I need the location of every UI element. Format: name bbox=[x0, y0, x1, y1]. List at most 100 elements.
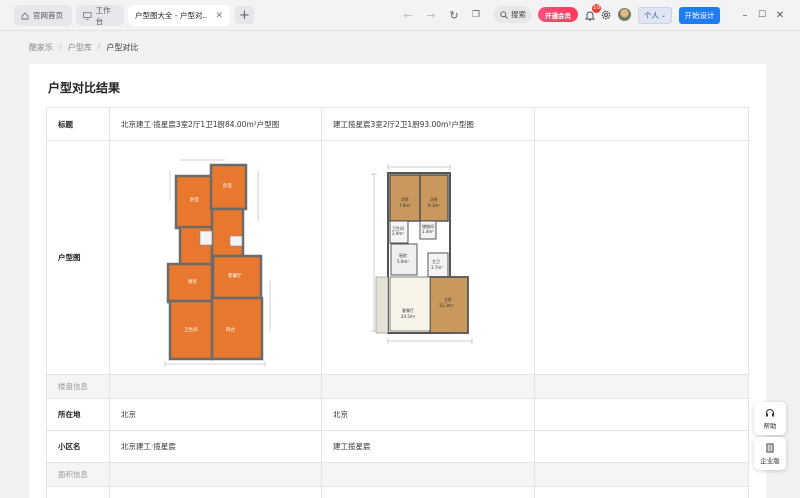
empty-cell bbox=[46, 486, 110, 498]
title-bar: 官网首页 工作台 户型图大全 - 户型对... ✕ + ← → ↻ ❐ 搜索 开… bbox=[0, 0, 800, 31]
plan2-room-label: 次卧 bbox=[430, 196, 438, 202]
table-row-location: 所在地 北京 北京 bbox=[46, 398, 749, 431]
plan2-room-label: 主卫 bbox=[432, 258, 440, 264]
gear-icon bbox=[601, 10, 611, 20]
plan2-community: 建工揽星宸 bbox=[321, 430, 535, 463]
tab-label: 工作台 bbox=[95, 5, 111, 26]
enterprise-label: 企业版 bbox=[760, 456, 780, 465]
breadcrumb: 酷家乐 / 户型库 / 户型对比 bbox=[29, 42, 138, 53]
vip-button[interactable]: 开通会员 bbox=[538, 7, 578, 22]
home-icon bbox=[21, 11, 29, 19]
empty-cell bbox=[534, 107, 749, 141]
table-row-section-building: 楼盘信息 bbox=[46, 374, 749, 399]
personal-dropdown[interactable]: 个人 ⌄ bbox=[638, 7, 672, 24]
table-row-partial bbox=[46, 486, 749, 498]
plan2-room-area: 9.1m² bbox=[428, 203, 440, 208]
empty-cell bbox=[534, 462, 749, 487]
plan2-room-label: 厨房 bbox=[399, 252, 407, 258]
plan2-title-text: 建工揽星宸3室2厅2卫1厨93.00m²户型图 bbox=[333, 119, 474, 129]
tab-workbench[interactable]: 工作台 bbox=[76, 5, 124, 26]
tab-label: 官网首页 bbox=[33, 11, 63, 20]
plan1-community: 北京建工·揽星宸 bbox=[109, 430, 322, 463]
close-window-icon[interactable]: ✕ bbox=[773, 7, 787, 23]
table-row-plan: 户型图 卧室 卧室 厨房 客餐厅 卫生间 阳台 次卧 7.8m² 次卧 9.1m… bbox=[46, 140, 749, 375]
plan2-location: 北京 bbox=[321, 398, 535, 431]
maximize-icon[interactable]: ☐ bbox=[755, 7, 769, 23]
chevron-down-icon: ⌄ bbox=[660, 12, 667, 19]
start-design-button[interactable]: 开始设计 bbox=[679, 7, 720, 24]
breadcrumb-item-library[interactable]: 户型库 bbox=[68, 42, 92, 53]
breadcrumb-item-current: 户型对比 bbox=[106, 43, 139, 52]
plan1-room-label: 卧室 bbox=[190, 196, 199, 203]
floorplan-1-image: 卧室 卧室 厨房 客餐厅 卫生间 阳台 bbox=[164, 159, 271, 367]
headset-icon bbox=[766, 408, 774, 416]
plan2-room-area: 12.3m² bbox=[439, 303, 454, 308]
plan2-room-area: 2.9m² bbox=[392, 231, 404, 236]
table-row-section-area: 面积信息 bbox=[46, 462, 749, 487]
plan2-room-label: 次卧 bbox=[401, 196, 409, 202]
page-title: 户型对比结果 bbox=[48, 81, 121, 95]
plan2-room-area: 7.8m² bbox=[399, 203, 411, 208]
help-label: 帮助 bbox=[763, 421, 777, 430]
plan2-room-area: 24.5m² bbox=[401, 314, 416, 319]
empty-cell bbox=[109, 486, 322, 498]
help-button[interactable]: 帮助 bbox=[754, 402, 786, 435]
section-label-building: 楼盘信息 bbox=[46, 374, 110, 399]
screenshot-icon[interactable]: ❐ bbox=[469, 6, 483, 24]
personal-label: 个人 bbox=[643, 11, 659, 20]
tab-official-home[interactable]: 官网首页 bbox=[14, 5, 72, 26]
empty-cell bbox=[534, 374, 749, 399]
row-label-location: 所在地 bbox=[46, 398, 110, 431]
plan2-image-cell[interactable]: 次卧 7.8m² 次卧 9.1m² 卫生间 2.9m² 储物间 1.4m² 厨房… bbox=[321, 140, 535, 375]
plan2-room-area: 3.7m² bbox=[431, 265, 443, 270]
refresh-icon[interactable]: ↻ bbox=[447, 6, 461, 24]
search-label: 搜索 bbox=[511, 10, 526, 19]
back-icon[interactable]: ← bbox=[401, 6, 415, 24]
table-row-community: 小区名 北京建工·揽星宸 建工揽星宸 bbox=[46, 430, 749, 463]
plan1-room-label: 卫生间 bbox=[184, 326, 198, 333]
forward-icon[interactable]: → bbox=[424, 6, 438, 24]
settings-button[interactable] bbox=[599, 6, 613, 24]
compare-table: 标题 北京建工·揽星宸3室2厅1卫1厨84.00m²户型图 建工揽星宸3室2厅2… bbox=[46, 107, 749, 498]
row-label-title: 标题 bbox=[46, 107, 110, 141]
minimize-icon[interactable]: – bbox=[738, 7, 752, 23]
new-tab-button[interactable]: + bbox=[235, 6, 254, 24]
monitor-icon bbox=[83, 11, 92, 20]
empty-cell bbox=[534, 430, 749, 463]
empty-cell bbox=[321, 486, 535, 498]
avatar[interactable] bbox=[618, 8, 631, 21]
plan2-room-area: 1.4m² bbox=[422, 229, 434, 234]
plan2-room-area: 5.0m² bbox=[397, 259, 409, 264]
empty-cell bbox=[534, 398, 749, 431]
vip-label: 开通会员 bbox=[545, 11, 571, 20]
plan2-room-label: 主卧 bbox=[444, 296, 452, 302]
empty-cell bbox=[321, 374, 535, 399]
empty-cell bbox=[321, 462, 535, 487]
breadcrumb-item-home[interactable]: 酷家乐 bbox=[29, 42, 53, 53]
row-label-community: 小区名 bbox=[46, 430, 110, 463]
row-label-plan: 户型图 bbox=[46, 140, 110, 375]
plan1-room-label: 卧室 bbox=[223, 182, 232, 189]
section-label-area: 面积信息 bbox=[46, 462, 110, 487]
plan1-room-label: 客餐厅 bbox=[228, 272, 242, 279]
empty-cell bbox=[109, 462, 322, 487]
plan2-title[interactable]: 建工揽星宸3室2厅2卫1厨93.00m²户型图 bbox=[321, 107, 535, 141]
plan1-room-label: 厨房 bbox=[188, 278, 197, 285]
enterprise-button[interactable]: 企业版 bbox=[754, 437, 786, 470]
floorplan-2-image: 次卧 7.8m² 次卧 9.1m² 卫生间 2.9m² 储物间 1.4m² 厨房… bbox=[371, 164, 473, 344]
empty-cell bbox=[534, 140, 749, 375]
table-row-title: 标题 北京建工·揽星宸3室2厅1卫1厨84.00m²户型图 建工揽星宸3室2厅2… bbox=[46, 107, 749, 141]
tab-floorplan-compare[interactable]: 户型图大全 - 户型对... ✕ bbox=[128, 5, 230, 26]
plan1-room-label: 阳台 bbox=[226, 326, 235, 333]
plan1-location: 北京 bbox=[109, 398, 322, 431]
search-button[interactable]: 搜索 bbox=[494, 6, 532, 23]
search-icon bbox=[500, 10, 508, 19]
plan1-title-text: 北京建工·揽星宸3室2厅1卫1厨84.00m²户型图 bbox=[121, 119, 280, 129]
plan1-image-cell[interactable]: 卧室 卧室 厨房 客餐厅 卫生间 阳台 bbox=[109, 140, 322, 375]
close-tab-icon[interactable]: ✕ bbox=[215, 11, 223, 21]
compare-card: 户型对比结果 标题 北京建工·揽星宸3室2厅1卫1厨84.00m²户型图 建工揽… bbox=[29, 64, 766, 498]
plan2-room-label: 客餐厅 bbox=[402, 307, 414, 313]
plan1-title[interactable]: 北京建工·揽星宸3室2厅1卫1厨84.00m²户型图 bbox=[109, 107, 322, 141]
empty-cell bbox=[534, 486, 749, 498]
tab-label: 户型图大全 - 户型对... bbox=[135, 11, 209, 20]
